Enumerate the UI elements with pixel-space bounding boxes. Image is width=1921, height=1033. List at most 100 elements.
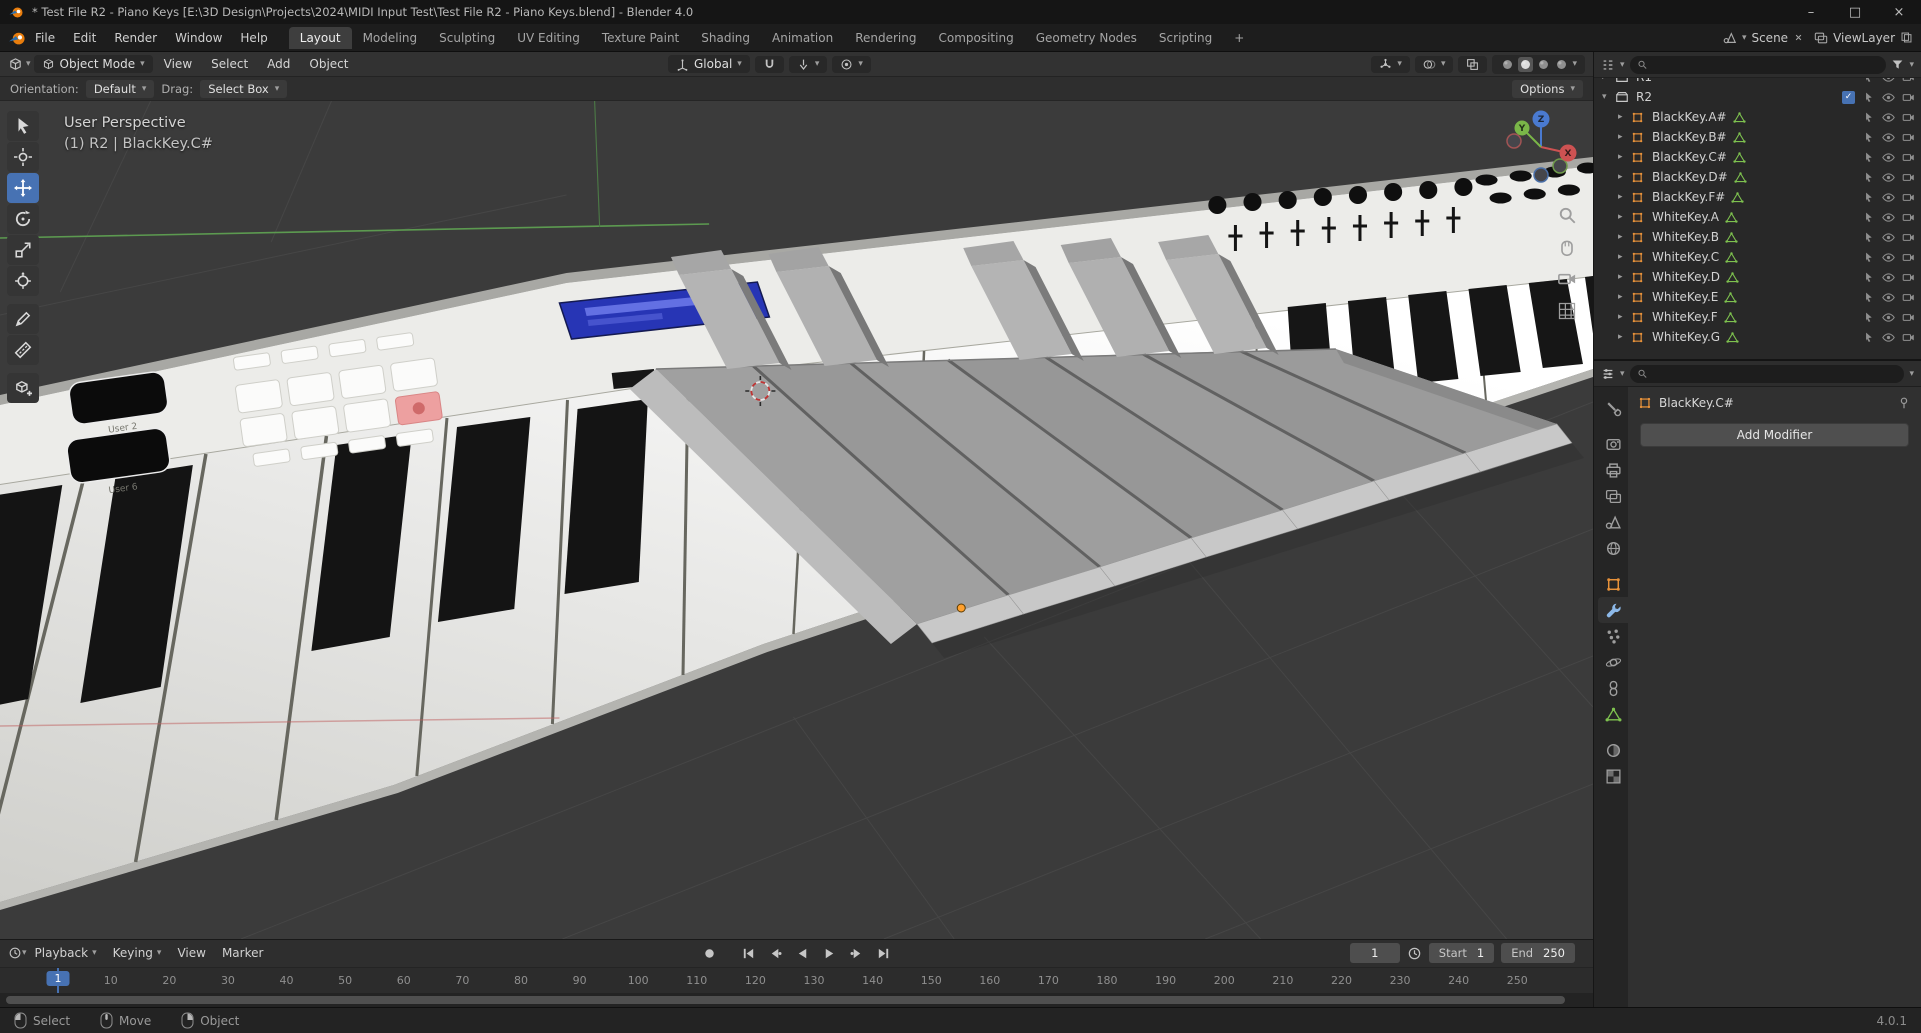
expand-arrow-icon[interactable]: ▸ — [1618, 112, 1631, 122]
pan-hand-icon[interactable] — [1557, 237, 1577, 257]
hide-in-viewport-eye-icon[interactable] — [1882, 331, 1895, 344]
disable-in-render-camera-icon[interactable] — [1902, 111, 1915, 124]
tool-add-cube[interactable] — [7, 373, 39, 403]
preview-range-clock-icon[interactable] — [1407, 946, 1422, 961]
expand-arrow-icon[interactable]: ▸ — [1618, 292, 1631, 302]
expand-arrow-icon[interactable]: ▸ — [1618, 272, 1631, 282]
tab-scene[interactable] — [1598, 509, 1628, 535]
axis-y-ball[interactable]: Y — [1515, 121, 1530, 136]
timeline-scrollbar[interactable] — [0, 993, 1593, 1007]
zoom-icon[interactable] — [1557, 205, 1577, 225]
outliner-row[interactable]: ▸ WhiteKey.A — [1594, 207, 1921, 227]
hide-in-viewport-eye-icon[interactable] — [1882, 291, 1895, 304]
expand-arrow-icon[interactable]: ▸ — [1618, 192, 1631, 202]
camera-view-icon[interactable] — [1557, 269, 1577, 289]
disable-in-render-camera-icon[interactable] — [1902, 271, 1915, 284]
outliner-row[interactable]: ▸ WhiteKey.B — [1594, 227, 1921, 247]
transform-orientation-dropdown[interactable]: Global ▾ — [668, 55, 750, 73]
selectability-icon[interactable] — [1862, 191, 1875, 204]
snapping-dropdown[interactable]: ▾ — [789, 56, 828, 73]
disable-in-render-camera-icon[interactable] — [1902, 231, 1915, 244]
expand-arrow-icon[interactable]: ▾ — [1602, 92, 1615, 102]
tool-scale[interactable] — [7, 235, 39, 265]
outliner-row[interactable]: ▸ R1 — [1594, 78, 1921, 87]
timeline-ruler[interactable]: 10 20 30 40 50 60 70 80 90 10 — [0, 967, 1593, 994]
hide-in-viewport-eye-icon[interactable] — [1882, 211, 1895, 224]
start-frame-field[interactable]: Start1 — [1429, 943, 1494, 963]
auto-keyframe[interactable] — [698, 943, 722, 963]
expand-arrow-icon[interactable]: ▸ — [1602, 78, 1615, 82]
editor-type-3d-viewport-icon[interactable] — [8, 57, 23, 72]
outliner-search[interactable] — [1630, 56, 1887, 74]
selectability-icon[interactable] — [1862, 311, 1875, 324]
tab-constraints[interactable] — [1598, 675, 1628, 701]
outliner-row[interactable]: ▾ R2 ✓ — [1594, 87, 1921, 107]
tab-texture[interactable] — [1598, 763, 1628, 789]
workspace-tab[interactable]: + — [1223, 27, 1255, 49]
viewport-menu[interactable]: Object — [301, 55, 356, 73]
outliner-row[interactable]: ▸ WhiteKey.C — [1594, 247, 1921, 267]
show-overlays-dropdown[interactable]: ▾ — [1415, 56, 1454, 73]
tab-output[interactable] — [1598, 457, 1628, 483]
close-button[interactable]: × — [1877, 0, 1921, 24]
hide-in-viewport-eye-icon[interactable] — [1882, 111, 1895, 124]
workspace-tab[interactable]: Rendering — [844, 27, 927, 49]
new-view-layer-icon[interactable] — [1900, 31, 1913, 44]
outliner-row[interactable]: ▸ WhiteKey.D — [1594, 267, 1921, 287]
3d-viewport[interactable]: User 2 User 6 — [0, 77, 1593, 939]
disable-in-render-camera-icon[interactable] — [1902, 311, 1915, 324]
expand-arrow-icon[interactable]: ▸ — [1618, 332, 1631, 342]
selectability-icon[interactable] — [1862, 151, 1875, 164]
viewport-menu[interactable]: View — [156, 55, 200, 73]
tab-object-data[interactable] — [1598, 701, 1628, 727]
scene-name[interactable]: Scene — [1751, 31, 1788, 45]
editor-type-timeline-icon[interactable] — [8, 946, 22, 960]
expand-arrow-icon[interactable]: ▸ — [1618, 252, 1631, 262]
outliner-row[interactable]: ▸ WhiteKey.E — [1594, 287, 1921, 307]
expand-arrow-icon[interactable]: ▸ — [1618, 172, 1631, 182]
hide-in-viewport-eye-icon[interactable] — [1882, 251, 1895, 264]
disable-in-render-camera-icon[interactable] — [1902, 211, 1915, 224]
timeline-menu[interactable]: View — [169, 944, 213, 962]
view-layer-name[interactable]: ViewLayer — [1833, 31, 1895, 45]
selectability-icon[interactable] — [1862, 211, 1875, 224]
disable-in-render-camera-icon[interactable] — [1902, 78, 1915, 84]
hide-in-viewport-eye-icon[interactable] — [1882, 191, 1895, 204]
outliner-row[interactable]: ▸ BlackKey.D# — [1594, 167, 1921, 187]
hide-in-viewport-eye-icon[interactable] — [1882, 151, 1895, 164]
axis-neg-x-ball[interactable] — [1507, 134, 1521, 148]
timeline-menu[interactable]: Playback ▾ — [27, 944, 105, 962]
orientation-dropdown[interactable]: Default ▾ — [86, 80, 155, 98]
show-gizmo-dropdown[interactable]: ▾ — [1371, 56, 1410, 73]
selectability-icon[interactable] — [1862, 231, 1875, 244]
tab-material[interactable] — [1598, 737, 1628, 763]
viewport-menu[interactable]: Add — [259, 55, 298, 73]
timeline-menu[interactable]: Keying ▾ — [105, 944, 170, 962]
expand-arrow-icon[interactable]: ▸ — [1618, 312, 1631, 322]
selectability-icon[interactable] — [1862, 131, 1875, 144]
selectability-icon[interactable] — [1862, 291, 1875, 304]
tab-physics[interactable] — [1598, 649, 1628, 675]
axis-x-ball[interactable]: X — [1560, 145, 1577, 162]
tool-annotate[interactable] — [7, 304, 39, 334]
workspace-tab[interactable]: Shading — [690, 27, 761, 49]
tab-particles[interactable] — [1598, 623, 1628, 649]
hide-in-viewport-eye-icon[interactable] — [1882, 91, 1895, 104]
end-frame-field[interactable]: End250 — [1501, 943, 1575, 963]
tab-render[interactable] — [1598, 431, 1628, 457]
expand-arrow-icon[interactable]: ▸ — [1618, 232, 1631, 242]
selectability-icon[interactable] — [1862, 111, 1875, 124]
outliner-row[interactable]: ▸ BlackKey.C# — [1594, 147, 1921, 167]
play-reverse[interactable] — [791, 943, 815, 963]
toggle-ortho-grid-icon[interactable] — [1557, 301, 1577, 321]
editor-type-properties-icon[interactable] — [1601, 367, 1615, 381]
next-keyframe[interactable] — [845, 943, 869, 963]
navigation-gizmo[interactable]: Z Y X — [1497, 103, 1585, 191]
viewport-menu[interactable]: Select — [203, 55, 256, 73]
workspace-tab[interactable]: Texture Paint — [591, 27, 690, 49]
editor-type-outliner-icon[interactable] — [1601, 58, 1615, 72]
axis-z-ball[interactable]: Z — [1533, 111, 1550, 128]
expand-arrow-icon[interactable]: ▸ — [1618, 132, 1631, 142]
hide-in-viewport-eye-icon[interactable] — [1882, 131, 1895, 144]
tool-select-box[interactable] — [7, 111, 39, 141]
